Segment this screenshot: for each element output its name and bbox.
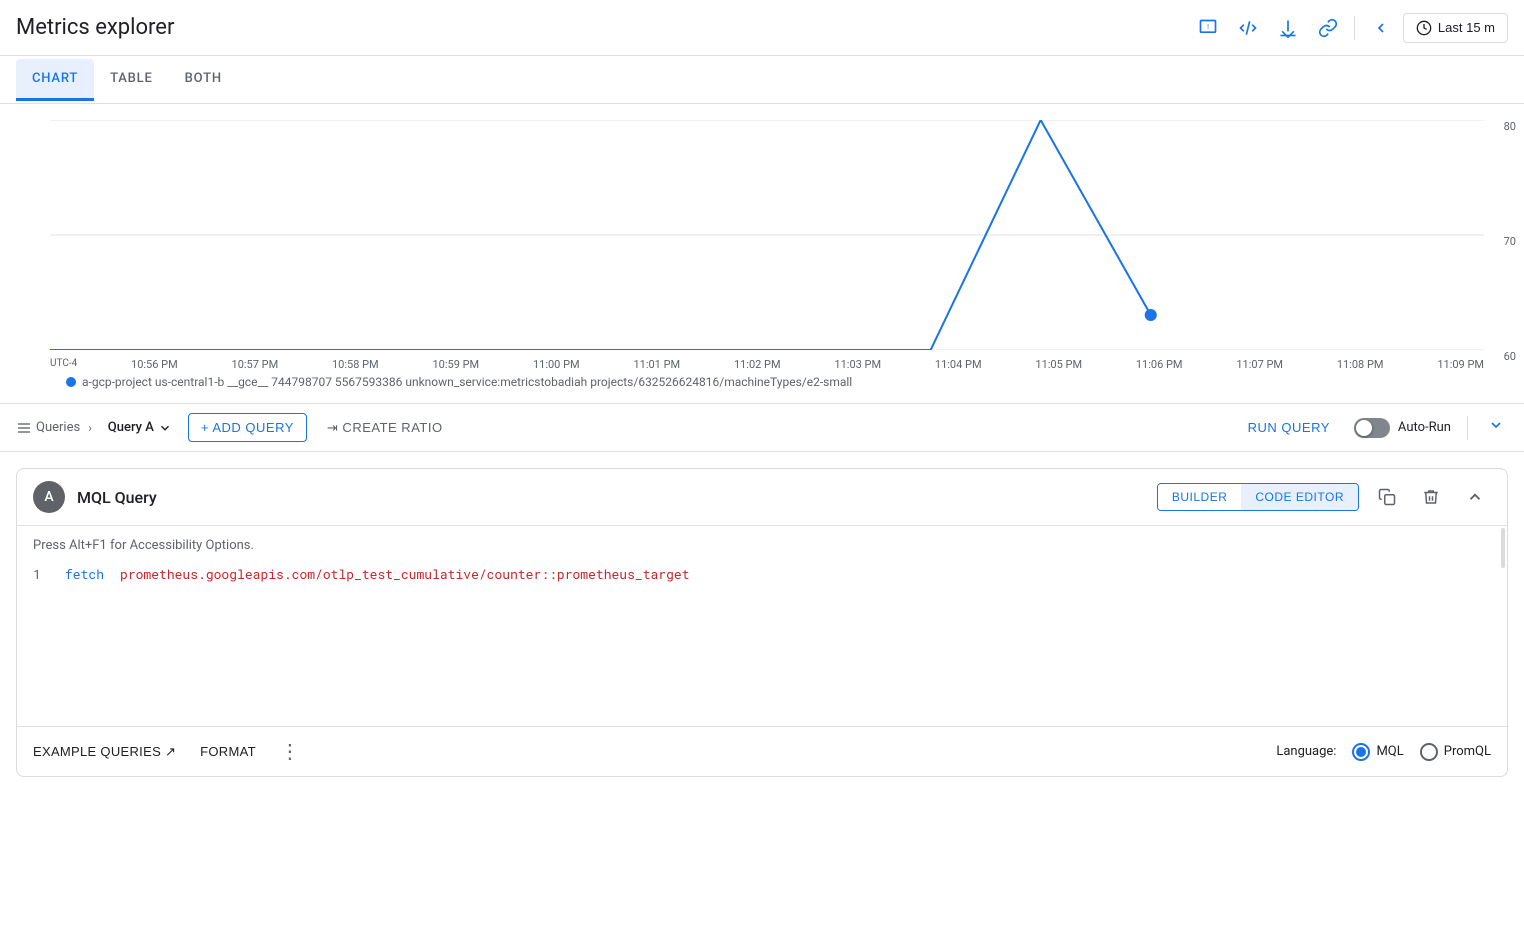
- legend-dot: [66, 377, 76, 387]
- menu-icon: [16, 420, 32, 436]
- mql-radio[interactable]: MQL: [1352, 743, 1403, 761]
- code-editor-button[interactable]: CODE EDITOR: [1241, 484, 1358, 510]
- view-tab-bar: CHART TABLE BOTH: [0, 56, 1524, 104]
- download-icon-btn[interactable]: [1270, 10, 1306, 46]
- svg-text:!: !: [1207, 21, 1209, 30]
- builder-button[interactable]: BUILDER: [1158, 484, 1242, 510]
- code-icon-btn[interactable]: [1230, 10, 1266, 46]
- query-selector[interactable]: Query A: [100, 416, 180, 439]
- auto-run-thumb: [1356, 420, 1372, 436]
- tab-both[interactable]: BOTH: [169, 59, 238, 101]
- code-url: prometheus.googleapis.com/otlp_test_cumu…: [120, 565, 690, 583]
- auto-run-track[interactable]: [1354, 418, 1390, 438]
- x-utc: UTC-4: [50, 358, 77, 371]
- time-range-btn[interactable]: Last 15 m: [1403, 13, 1508, 43]
- header-separator: [1354, 16, 1355, 40]
- chart-x-axis: UTC-4 10:56 PM 10:57 PM 10:58 PM 10:59 P…: [50, 354, 1484, 371]
- line-number: 1: [33, 565, 49, 583]
- mql-label: MQL: [1376, 744, 1403, 759]
- query-panel-header: A MQL Query BUILDER CODE EDITOR: [17, 469, 1507, 526]
- format-button[interactable]: FORMAT: [200, 744, 256, 759]
- code-line-1: 1 fetch prometheus.googleapis.com/otlp_t…: [33, 565, 1491, 583]
- query-panel-title: MQL Query: [77, 488, 1145, 507]
- download-icon: [1278, 18, 1298, 38]
- time-range-label: Last 15 m: [1438, 20, 1495, 35]
- header-actions: ! Last 15 m: [1190, 10, 1508, 46]
- copy-button[interactable]: [1371, 481, 1403, 513]
- view-toggle-group: BUILDER CODE EDITOR: [1157, 483, 1359, 511]
- language-group: Language: MQL PromQL: [1276, 743, 1491, 761]
- more-options-button[interactable]: ⋮: [280, 739, 300, 764]
- chart-data-point: [1145, 309, 1157, 321]
- editor-hint: Press Alt+F1 for Accessibility Options.: [33, 538, 1491, 553]
- collapse-button[interactable]: [1459, 481, 1491, 513]
- app-title: Metrics explorer: [16, 15, 174, 40]
- chevron-left-icon: [1373, 20, 1389, 36]
- chevron-right-icon: ›: [88, 421, 92, 435]
- query-toolbar: Queries › Query A + ADD QUERY ⇥ CREATE R…: [0, 404, 1524, 452]
- app-header: Metrics explorer ! Last 15 m: [0, 0, 1524, 56]
- tab-chart[interactable]: CHART: [16, 59, 94, 101]
- feedback-icon-btn[interactable]: !: [1190, 10, 1226, 46]
- language-label: Language:: [1276, 744, 1336, 759]
- back-icon-btn[interactable]: [1363, 10, 1399, 46]
- create-ratio-button[interactable]: ⇥ CREATE RATIO: [315, 414, 455, 442]
- promql-radio[interactable]: PromQL: [1420, 743, 1491, 761]
- chart-legend: a-gcp-project us-central1-b __gce__ 7447…: [50, 371, 1484, 393]
- query-panel-footer: EXAMPLE QUERIES ↗ FORMAT ⋮ Language: MQL…: [17, 726, 1507, 776]
- code-fetch-keyword: fetch: [65, 565, 104, 583]
- scrollbar-thumb: [1501, 528, 1505, 568]
- promql-label: PromQL: [1444, 744, 1491, 759]
- auto-run-toggle: Auto-Run: [1354, 418, 1451, 438]
- y-label-60: 60: [1504, 350, 1516, 363]
- toolbar-separator: [1467, 416, 1468, 440]
- query-panel: A MQL Query BUILDER CODE EDITOR Press Al…: [16, 468, 1508, 777]
- example-queries-button[interactable]: EXAMPLE QUERIES ↗: [33, 744, 176, 760]
- promql-radio-circle: [1420, 743, 1438, 761]
- add-query-button[interactable]: + ADD QUERY: [188, 413, 307, 442]
- y-label-70: 70: [1504, 235, 1516, 248]
- dropdown-arrow-icon: [158, 421, 172, 435]
- link-icon: [1318, 18, 1338, 38]
- delete-button[interactable]: [1415, 481, 1447, 513]
- chart-area: 80 70 60 UTC-4 10:56 PM 10:57 PM 10:58 P…: [0, 104, 1524, 404]
- code-icon: [1238, 18, 1258, 38]
- vertical-scrollbar[interactable]: [1499, 526, 1507, 726]
- chevron-down-icon: [1488, 417, 1504, 433]
- chart-y-axis: 80 70 60: [1504, 120, 1516, 363]
- tab-table[interactable]: TABLE: [94, 59, 169, 101]
- feedback-icon: !: [1198, 18, 1218, 38]
- legend-text: a-gcp-project us-central1-b __gce__ 7447…: [82, 375, 852, 389]
- code-editor[interactable]: Press Alt+F1 for Accessibility Options. …: [17, 526, 1507, 726]
- queries-label: Queries: [16, 420, 80, 436]
- chevron-up-icon: [1466, 488, 1484, 506]
- auto-run-label: Auto-Run: [1398, 420, 1451, 435]
- copy-icon: [1378, 488, 1396, 506]
- chart-svg: [50, 120, 1484, 350]
- clock-icon: [1416, 20, 1432, 36]
- trash-icon: [1422, 488, 1440, 506]
- y-label-80: 80: [1504, 120, 1516, 133]
- query-avatar: A: [33, 481, 65, 513]
- expand-button[interactable]: [1484, 413, 1508, 442]
- link-icon-btn[interactable]: [1310, 10, 1346, 46]
- run-query-button[interactable]: RUN QUERY: [1232, 414, 1346, 441]
- mql-radio-circle: [1352, 743, 1370, 761]
